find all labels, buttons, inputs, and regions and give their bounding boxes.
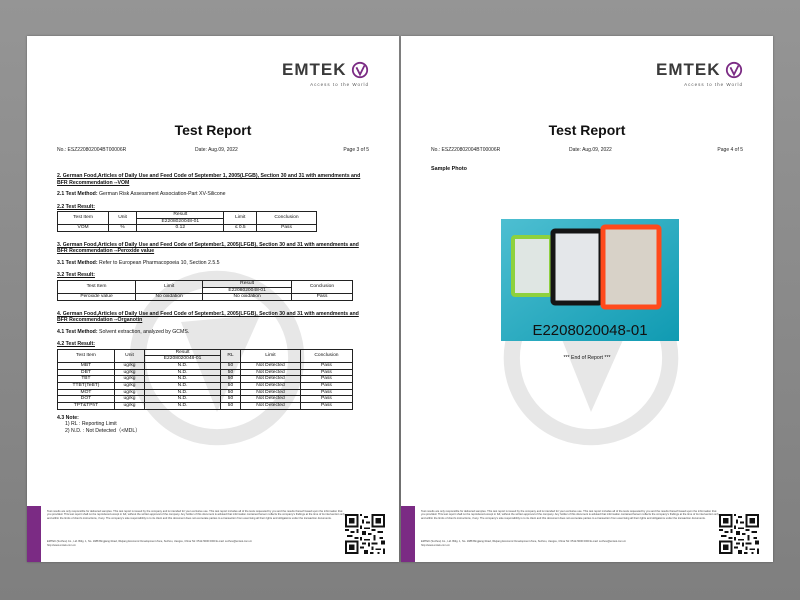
section-4-heading: 4. German Food,Articles of Daily Use and…	[57, 310, 359, 324]
qr-code-icon	[345, 514, 385, 554]
emtek-logo: EMTEK Access to the World	[656, 60, 743, 87]
section-3-heading: 3. German Food,Articles of Daily Use and…	[57, 241, 359, 255]
table-row: MOT ug/kg N.D. 50 Not Detected Pass	[57, 388, 354, 397]
footer-accent-bar	[401, 506, 415, 562]
section-2-result-heading: 2.2 Test Result:	[57, 203, 95, 210]
emtek-check-icon	[725, 61, 743, 79]
footer-accent-bar	[27, 506, 41, 562]
emtek-check-icon	[351, 61, 369, 79]
page-number: Page 4 of 5	[717, 147, 743, 153]
table-row: MBT ug/kg N.D. 50 Not Detected Pass	[57, 362, 354, 370]
vom-result-table: Test Item Unit Result Limit Conclusion E…	[56, 210, 317, 232]
footer-address: EMTEK (Suzhou) Co., Ltd. Bldg. 1, No. 19…	[421, 540, 627, 547]
page-footer: Test results are only responsible for de…	[401, 506, 773, 562]
footer-address: EMTEK (Suzhou) Co., Ltd. Bldg. 1, No. 19…	[47, 540, 253, 547]
report-date: Date: Aug.09, 2022	[569, 147, 612, 153]
section-2-method: 2.1 Test Method: German Risk Assessment …	[57, 191, 226, 197]
footer-disclaimer: Test results are only responsible for de…	[421, 510, 719, 520]
logo-wordmark: EMTEK	[656, 60, 721, 79]
table-row: TTBT(TeBT) ug/kg N.D. 50 Not Detected Pass	[57, 382, 354, 390]
report-content: 2. German Food,Articles of Daily Use and…	[56, 166, 369, 435]
report-page-3[interactable]: EMTEK Access to the World Test Report No…	[27, 36, 399, 562]
footer-disclaimer: Test results are only responsible for de…	[47, 510, 345, 520]
peroxide-result-table: Test Item Limit Result Conclusion E22080…	[57, 279, 353, 301]
notes: 4.3 Note: 1) RL : Reporting Limit 2) N.D…	[57, 415, 369, 435]
table-row: Peroxide value No oxidation No oxidation…	[57, 293, 353, 301]
section-2-heading: 2. German Food,Articles of Daily Use and…	[57, 173, 361, 186]
end-of-report: *** End of Report ***	[563, 355, 611, 361]
page-number: Page 3 of 5	[343, 147, 369, 153]
table-row: DBT ug/kg N.D. 50 Not Detected Pass	[57, 368, 354, 377]
page-title: Test Report	[548, 122, 626, 138]
section-4-result-heading: 4.2 Test Result:	[57, 341, 95, 348]
report-number: No.: ESZ220802004BT00006R	[431, 147, 501, 153]
page-title: Test Report	[174, 122, 252, 138]
section-4-method: 4.1 Test Method: Solvent extraction, ana…	[57, 328, 190, 335]
qr-code-icon	[719, 514, 759, 554]
page-footer: Test results are only responsible for de…	[27, 506, 399, 562]
report-date: Date: Aug.09, 2022	[195, 147, 238, 153]
report-page-4[interactable]: EMTEK Access to the World Test Report No…	[401, 36, 773, 562]
logo-tagline: Access to the World	[310, 82, 369, 87]
table-row: DOT ug/kg N.D. 50 Not Detected Pass	[57, 395, 354, 403]
sample-photo: E2208020048-01	[501, 219, 679, 341]
sample-photo-label: Sample Photo	[431, 166, 467, 172]
section-3-result-heading: 3.2 Test Result:	[57, 272, 95, 279]
section-3-method: 3.1 Test Method: Refer to European Pharm…	[57, 259, 220, 266]
logo-wordmark: EMTEK	[282, 60, 347, 79]
report-number: No.: ESZ220802004BT00006R	[57, 147, 127, 153]
table-row: TPT&TPhT ug/kg N.D. 50 Not Detected Pass	[57, 401, 354, 410]
organotin-result-table: Test Item Unit Result RL Limit Conclusio…	[57, 348, 354, 410]
note-nd: 2) N.D. : Not Detected（<MDL）	[65, 427, 141, 434]
table-row: TBT ug/kg N.D. 50 Not Detected Pass	[57, 375, 354, 384]
emtek-logo: EMTEK Access to the World	[282, 60, 369, 87]
logo-tagline: Access to the World	[684, 82, 743, 87]
table-row: VOM % 0.12 ≤ 0.5 Pass	[56, 224, 317, 232]
photo-sample-id: E2208020048-01	[532, 322, 647, 339]
